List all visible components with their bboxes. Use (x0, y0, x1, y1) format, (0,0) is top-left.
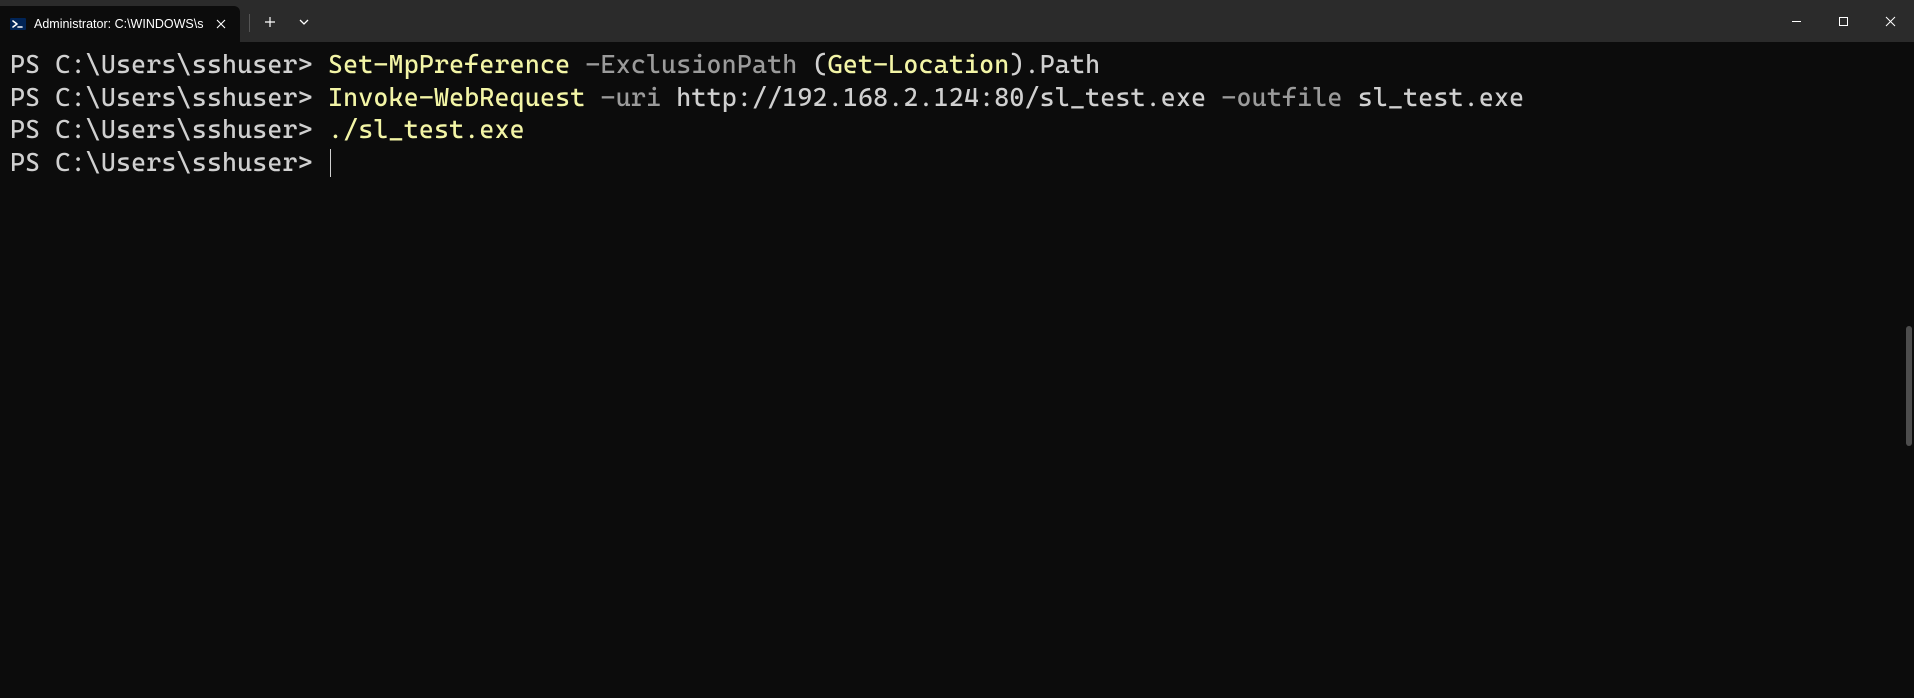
terminal-segment (570, 49, 585, 79)
terminal-segment (585, 82, 600, 112)
cursor (330, 149, 331, 177)
scrollbar-track[interactable] (1904, 46, 1912, 694)
titlebar: Administrator: C:\WINDOWS\s (0, 0, 1914, 42)
terminal-segment (1343, 82, 1358, 112)
terminal-segment: ). (1009, 49, 1039, 79)
terminal-segment: PS C:\Users\sshuser> (10, 114, 328, 144)
terminal-segment: -outfile (1221, 82, 1342, 112)
terminal-segment: -ExclusionPath (585, 49, 797, 79)
terminal-segment: ( (797, 49, 827, 79)
terminal-segment: Invoke-WebRequest (328, 82, 585, 112)
new-tab-button[interactable] (253, 7, 287, 37)
tabbar-rest (240, 0, 1914, 42)
terminal-output[interactable]: PS C:\Users\sshuser> Set-MpPreference -E… (0, 42, 1914, 698)
terminal-segment: ./sl_test.exe (328, 114, 525, 144)
terminal-segment: PS C:\Users\sshuser> (10, 82, 328, 112)
close-button[interactable] (1867, 16, 1914, 27)
terminal-segment: PS C:\Users\sshuser> (10, 49, 328, 79)
terminal-segment: sl_test.exe (1358, 82, 1525, 112)
maximize-button[interactable] (1820, 16, 1867, 27)
tabbar-divider (249, 14, 250, 32)
terminal-segment: http://192.168.2.124:80/sl_test.exe (676, 82, 1206, 112)
tab-title: Administrator: C:\WINDOWS\s (34, 17, 204, 31)
terminal-segment: -uri (601, 82, 662, 112)
terminal-segment: Get-Location (828, 49, 1010, 79)
minimize-button[interactable] (1773, 16, 1820, 27)
tab-dropdown-button[interactable] (287, 7, 321, 37)
scrollbar-thumb[interactable] (1906, 326, 1912, 446)
powershell-icon (10, 16, 26, 32)
terminal-segment (1206, 82, 1221, 112)
tab-close-button[interactable] (212, 15, 230, 33)
terminal-segment (661, 82, 676, 112)
terminal-segment: Set-MpPreference (328, 49, 570, 79)
tab-active[interactable]: Administrator: C:\WINDOWS\s (0, 6, 240, 42)
terminal-segment: PS C:\Users\sshuser> (10, 147, 328, 177)
terminal-segment: Path (1040, 49, 1101, 79)
window-controls (1773, 16, 1914, 27)
